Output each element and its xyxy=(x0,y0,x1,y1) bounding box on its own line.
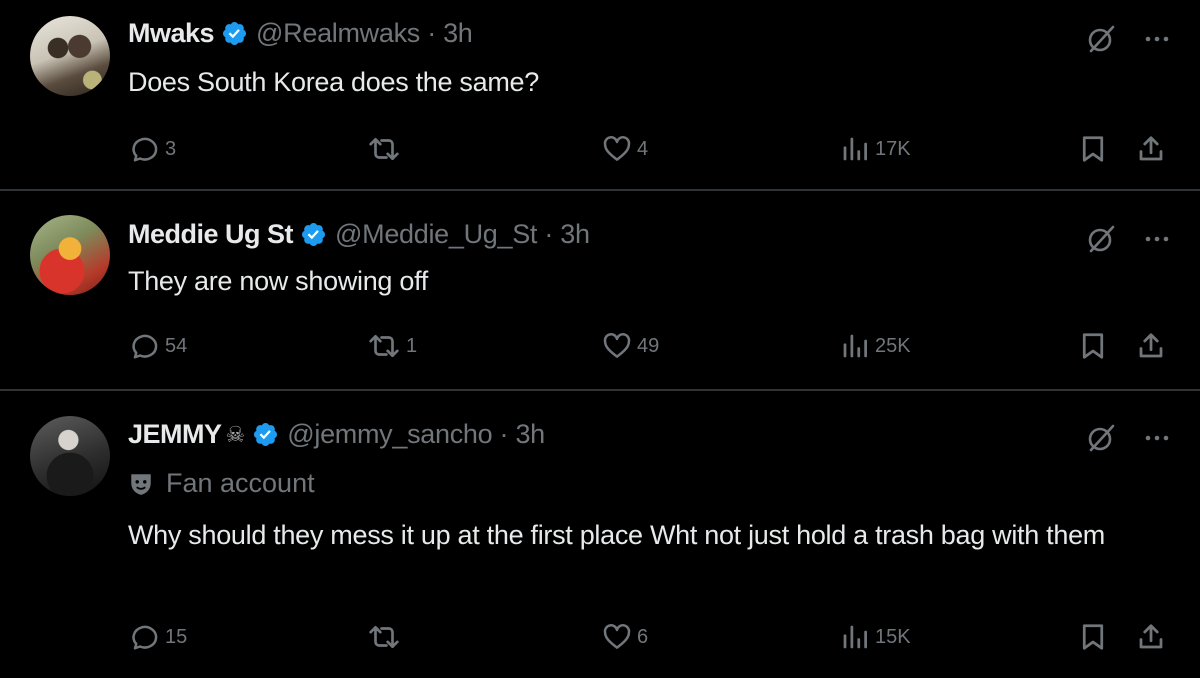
reply-icon xyxy=(132,334,158,359)
like-count: 49 xyxy=(637,334,660,357)
display-name[interactable]: Meddie Ug St xyxy=(128,219,294,250)
views-button[interactable]: 25K xyxy=(840,331,911,361)
like-count: 6 xyxy=(637,625,649,648)
grok-icon[interactable] xyxy=(1086,224,1116,254)
fan-account-text: Fan account xyxy=(166,468,315,498)
like-button[interactable]: 49 xyxy=(602,331,659,361)
views-count: 25K xyxy=(875,334,911,357)
views-icon xyxy=(843,334,867,358)
like-count: 4 xyxy=(637,137,649,160)
views-icon xyxy=(843,137,867,161)
handle[interactable]: @Meddie_Ug_St · 3h xyxy=(335,219,590,250)
display-name[interactable]: Mwaks xyxy=(128,18,215,49)
like-button[interactable]: 6 xyxy=(602,622,648,652)
retweet-button[interactable] xyxy=(367,134,406,164)
avatar[interactable] xyxy=(30,215,110,295)
views-icon xyxy=(843,625,867,649)
like-button[interactable]: 4 xyxy=(602,134,648,164)
share-button[interactable] xyxy=(1136,134,1166,164)
grok-icon[interactable] xyxy=(1086,423,1116,453)
tweet-text: They are now showing off xyxy=(128,266,428,296)
retweet-button[interactable]: 1 xyxy=(367,331,417,361)
top-actions xyxy=(1086,423,1170,453)
reply-button[interactable]: 3 xyxy=(130,134,176,164)
top-actions xyxy=(1086,24,1170,54)
like-icon xyxy=(603,624,631,649)
tweet-2[interactable]: Meddie Ug St @Meddie_Ug_St · 3h They are… xyxy=(0,191,1200,389)
tweet-text: Why should they mess it up at the first … xyxy=(128,520,1105,550)
display-name[interactable]: JEMMY xyxy=(128,419,222,450)
bookmark-button[interactable] xyxy=(1078,134,1108,164)
fan-account-icon xyxy=(128,471,154,497)
share-button[interactable] xyxy=(1136,331,1166,361)
fan-account-label: Fan account xyxy=(128,468,315,499)
share-icon xyxy=(1139,624,1163,649)
share-icon xyxy=(1139,136,1163,161)
tweet-header: Mwaks @Realmwaks · 3h xyxy=(128,18,473,49)
retweet-icon xyxy=(369,137,399,161)
verified-icon xyxy=(300,221,327,248)
avatar[interactable] xyxy=(30,416,110,496)
bookmark-icon xyxy=(1082,624,1104,650)
more-icon[interactable] xyxy=(1144,425,1170,451)
reply-button[interactable]: 54 xyxy=(130,331,187,361)
tweet-3[interactable]: JEMMY ☠ @jemmy_sancho · 3h Fan account W… xyxy=(0,391,1200,678)
reply-count: 15 xyxy=(165,625,188,648)
verified-icon xyxy=(221,20,248,47)
reply-count: 54 xyxy=(165,334,188,357)
top-actions xyxy=(1086,224,1170,254)
retweet-icon xyxy=(369,334,399,358)
tweet-1[interactable]: Mwaks @Realmwaks · 3h Does South Korea d… xyxy=(0,0,1200,190)
more-icon[interactable] xyxy=(1144,226,1170,252)
retweet-icon xyxy=(369,625,399,649)
reply-icon xyxy=(132,625,158,650)
tweet-header: Meddie Ug St @Meddie_Ug_St · 3h xyxy=(128,219,590,250)
verified-icon xyxy=(252,421,279,448)
views-count: 17K xyxy=(875,137,911,160)
bookmark-button[interactable] xyxy=(1078,331,1108,361)
reply-button[interactable]: 15 xyxy=(130,622,187,652)
avatar[interactable] xyxy=(30,16,110,96)
retweet-button[interactable] xyxy=(367,622,406,652)
like-icon xyxy=(603,136,631,161)
bookmark-icon xyxy=(1082,136,1104,162)
handle[interactable]: @jemmy_sancho · 3h xyxy=(287,419,545,450)
share-icon xyxy=(1139,333,1163,358)
views-count: 15K xyxy=(875,625,911,648)
more-icon[interactable] xyxy=(1144,26,1170,52)
retweet-count: 1 xyxy=(406,334,418,357)
reply-count: 3 xyxy=(165,137,177,160)
share-button[interactable] xyxy=(1136,622,1166,652)
tweet-text: Does South Korea does the same? xyxy=(128,67,539,97)
handle[interactable]: @Realmwaks · 3h xyxy=(256,18,473,49)
skull-emoji: ☠ xyxy=(225,421,246,447)
grok-icon[interactable] xyxy=(1086,24,1116,54)
views-button[interactable]: 17K xyxy=(840,134,911,164)
views-button[interactable]: 15K xyxy=(840,622,911,652)
bookmark-button[interactable] xyxy=(1078,622,1108,652)
like-icon xyxy=(603,333,631,358)
bookmark-icon xyxy=(1082,333,1104,359)
tweet-header: JEMMY ☠ @jemmy_sancho · 3h xyxy=(128,419,545,450)
reply-icon xyxy=(132,137,158,162)
